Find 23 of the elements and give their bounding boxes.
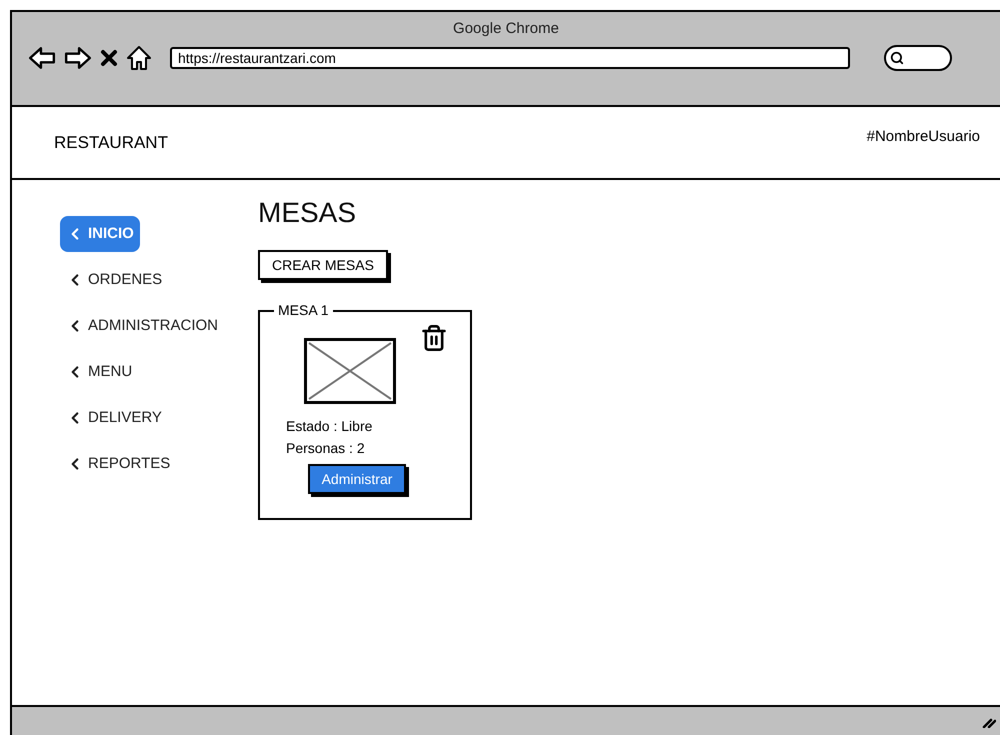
close-icon[interactable]	[100, 48, 118, 66]
image-placeholder-icon	[304, 338, 396, 404]
manage-button[interactable]: Administrar	[308, 464, 406, 494]
sidebar-item[interactable]: REPORTES	[60, 446, 176, 482]
search-icon	[890, 50, 904, 64]
address-field[interactable]: https://restaurantzari.com	[170, 46, 850, 68]
table-info: Personas : 2	[286, 439, 366, 458]
sidebar-item[interactable]: INICIO	[60, 216, 140, 252]
table-info: Estado : Libre	[286, 417, 372, 436]
search-field[interactable]	[884, 44, 952, 70]
create-button[interactable]: CREAR MESAS	[258, 250, 388, 280]
brand-name: RESTAURANT	[54, 132, 168, 154]
forward-icon[interactable]	[64, 44, 92, 70]
sidebar-item[interactable]: ORDENES	[60, 262, 168, 298]
sidebar-item[interactable]: MENU	[60, 354, 138, 390]
sidebar-item[interactable]: ADMINISTRACION	[60, 308, 224, 344]
page-title: MESAS	[258, 196, 356, 230]
back-icon[interactable]	[28, 44, 56, 70]
user-name: #NombreUsuario	[866, 127, 980, 148]
window-title: Google Chrome	[453, 19, 559, 39]
sidebar-item[interactable]: DELIVERY	[60, 400, 168, 436]
home-icon[interactable]	[126, 44, 152, 70]
delete-icon[interactable]	[420, 324, 448, 352]
